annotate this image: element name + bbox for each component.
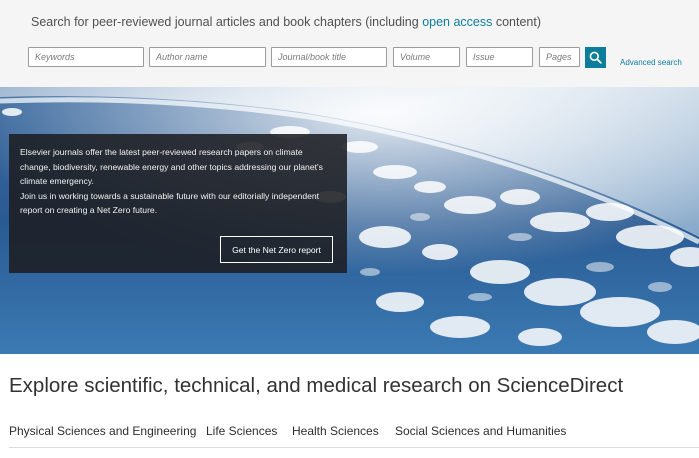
search-button[interactable] <box>585 47 606 68</box>
author-name-input[interactable] <box>149 47 266 67</box>
search-panel: Search for peer-reviewed journal article… <box>0 0 699 87</box>
search-heading: Search for peer-reviewed journal article… <box>31 15 541 29</box>
advanced-search-link[interactable]: Advanced search <box>620 58 682 67</box>
promo-paragraph: Join us in working towards a sustainable… <box>20 190 320 216</box>
category-life-sciences[interactable]: Life Sciences <box>206 424 277 438</box>
category-health-sciences[interactable]: Health Sciences <box>292 424 379 438</box>
explore-title: Explore scientific, technical, and medic… <box>9 374 624 397</box>
category-physical-sciences[interactable]: Physical Sciences and Engineering <box>9 424 196 438</box>
promo-text: Elsevier journals offer the latest peer-… <box>20 145 330 218</box>
pages-input[interactable] <box>539 47 580 67</box>
issue-input[interactable] <box>466 47 533 67</box>
net-zero-report-button[interactable]: Get the Net Zero report <box>220 236 333 263</box>
category-social-sciences[interactable]: Social Sciences and Humanities <box>395 424 566 438</box>
open-access-link[interactable]: open access <box>422 15 492 29</box>
subject-area-nav: Physical Sciences and Engineering Life S… <box>0 424 699 448</box>
promo-paragraph: Elsevier journals offer the latest peer-… <box>20 147 323 186</box>
search-icon <box>589 51 602 64</box>
divider <box>9 447 699 448</box>
journal-title-input[interactable] <box>271 47 387 67</box>
net-zero-promo-panel: Elsevier journals offer the latest peer-… <box>9 134 347 273</box>
search-heading-suffix: content) <box>492 15 542 29</box>
search-heading-prefix: Search for peer-reviewed journal article… <box>31 15 423 29</box>
volume-input[interactable] <box>393 47 460 67</box>
keywords-input[interactable] <box>28 47 144 67</box>
